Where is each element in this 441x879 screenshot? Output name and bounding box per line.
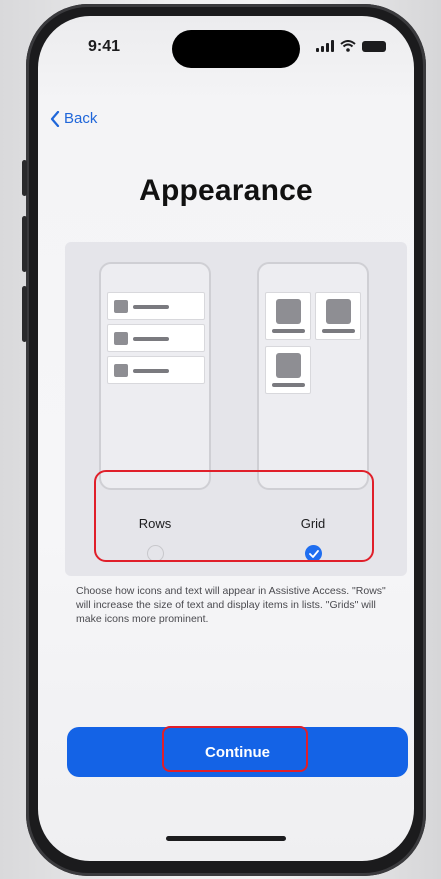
row-preview-item — [107, 292, 205, 320]
phone-screen: 9:41 Back Appearance Rows Grid Choose ho… — [38, 16, 414, 861]
rows-preview[interactable] — [99, 262, 211, 490]
grid-radio[interactable] — [305, 545, 322, 562]
volume-up-button — [22, 216, 27, 272]
checkmark-icon — [308, 549, 319, 558]
volume-down-button — [22, 286, 27, 342]
battery-icon — [362, 40, 386, 52]
status-icons — [316, 40, 386, 52]
wifi-icon — [340, 40, 356, 52]
continue-button[interactable]: Continue — [67, 727, 408, 777]
action-button — [22, 160, 27, 196]
back-label: Back — [64, 110, 98, 127]
grid-preview-tile — [265, 292, 311, 340]
back-button[interactable]: Back — [50, 110, 97, 127]
home-indicator — [166, 836, 286, 841]
appearance-options-panel: Rows Grid — [65, 242, 407, 576]
grid-preview-tile — [315, 292, 361, 340]
chevron-left-icon — [50, 110, 60, 127]
row-preview-item — [107, 356, 205, 384]
rows-option-label: Rows — [138, 516, 172, 531]
grid-preview-tile — [265, 346, 311, 394]
row-preview-item — [107, 324, 205, 352]
rows-radio[interactable] — [147, 545, 164, 562]
continue-label: Continue — [205, 743, 270, 761]
dynamic-island — [172, 30, 300, 68]
grid-preview[interactable] — [257, 262, 369, 490]
page-title: Appearance — [139, 174, 313, 207]
signal-icon — [316, 40, 334, 52]
status-time: 9:41 — [88, 38, 121, 55]
grid-option-label: Grid — [300, 516, 326, 531]
appearance-description: Choose how icons and text will appear in… — [76, 585, 386, 625]
